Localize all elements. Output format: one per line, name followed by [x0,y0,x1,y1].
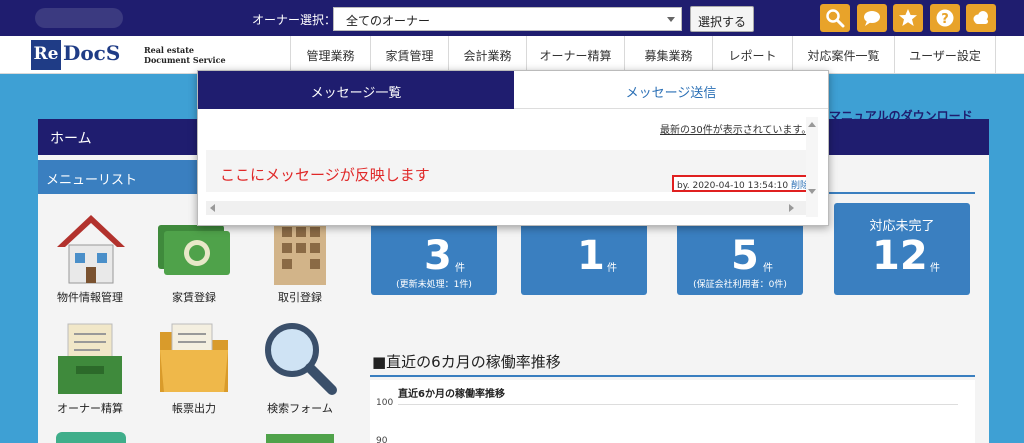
tab-message-send[interactable]: メッセージ送信 [514,71,828,109]
menu-item-label: 物件情報管理 [57,291,123,304]
stat-unit: 件 [930,263,940,274]
stat-note: (更新未処理：1件) [396,280,472,290]
menu-item-label: 取引登録 [278,291,322,304]
stat-unit: 件 [607,263,617,274]
chat-icon[interactable] [857,4,887,32]
owner-select[interactable]: 全てのオーナー [333,7,682,31]
menu-item-search-form[interactable]: 検索フォーム [250,318,350,418]
logo-docs: DocS [63,41,121,65]
stat-unit: 件 [455,263,465,274]
menu-item-label: オーナー精算 [57,402,123,415]
nav-item-management[interactable]: 管理業務 [290,36,370,73]
scroll-up-icon[interactable] [808,122,816,127]
search-icon[interactable] [820,4,850,32]
message-meta: by. 2020-04-10 13:54:10 削除 [672,175,814,192]
star-icon[interactable] [893,4,923,32]
message-text: ここにメッセージが反映します [220,166,430,184]
stat-number: 1 [577,233,605,279]
owner-select-value: 全てのオーナー [346,14,431,28]
message-count-text: 最新の30件が表示されています。 [660,125,812,136]
tab-message-list[interactable]: メッセージ一覧 [198,71,514,109]
menu-item-label: 検索フォーム [267,402,333,415]
vertical-scrollbar[interactable] [806,117,818,217]
nav-item-user-settings[interactable]: ユーザー設定 [894,36,996,73]
logo-subtitle: Real estate Document Service [144,45,226,65]
money-icon [158,225,230,275]
logo-subtitle-line1: Real estate [144,45,195,55]
message-modal: メッセージ一覧 メッセージ送信 最新の30件が表示されています。 ここにメッセー… [197,70,829,226]
stat-card[interactable]: 対応未完了 12 件 [834,203,970,295]
section-title-occupancy: ■直近の6カ月の稼働率推移 [372,353,561,371]
menu-item-property[interactable]: 物件情報管理 [40,205,140,305]
inbox-tray-icon [58,323,122,394]
nav-item-owner-settlement[interactable]: オーナー精算 [526,36,624,73]
chevron-down-icon [667,17,675,22]
nav-item-report[interactable]: レポート [712,36,792,73]
stat-number: 5 [731,233,759,279]
partial-menu-icon [56,432,126,443]
chart-y-tick: 90 [376,436,388,443]
menu-item-forms-output[interactable]: 帳票出力 [144,318,244,418]
house-icon [57,215,125,284]
help-icon[interactable]: ? [930,4,960,32]
folder-icon [160,323,228,392]
horizontal-scrollbar[interactable] [206,201,806,215]
svg-text:?: ? [941,12,949,27]
nav-item-rent[interactable]: 家賃管理 [370,36,448,73]
select-owner-button[interactable]: 選択する [690,6,754,32]
owner-select-label: オーナー選択： [252,13,337,27]
chart-title: 直近6か月の稼働率推移 [398,389,505,400]
logo-re: Re [31,40,61,70]
partial-menu-icon [266,434,334,443]
scroll-down-icon[interactable] [808,189,816,194]
chart-gridline [398,404,958,405]
menu-item-label: 帳票出力 [172,402,216,415]
stat-number: 12 [872,233,928,279]
top-bar: オーナー選択： 全てのオーナー 選択する ? [0,0,1024,36]
cloud-icon[interactable] [966,4,996,32]
nav-item-recruitment[interactable]: 募集業務 [624,36,712,73]
stat-title: 対応未完了 [869,219,935,234]
menu-item-owner-settlement[interactable]: オーナー精算 [40,318,140,418]
stat-note: (保証会社利用者：0件) [693,280,787,290]
user-name-redacted [35,8,123,28]
menu-item-label: 家賃登録 [172,291,216,304]
message-timestamp: by. 2020-04-10 13:54:10 [677,181,789,191]
main-nav: Re DocS Real estate Document Service 管理業… [0,36,1024,74]
logo-subtitle-line2: Document Service [144,55,226,65]
scroll-right-icon[interactable] [789,204,794,212]
stat-number: 3 [424,233,452,279]
divider [370,375,975,377]
stat-unit: 件 [763,263,773,274]
scroll-left-icon[interactable] [210,204,215,212]
nav-item-accounting[interactable]: 会計業務 [448,36,526,73]
magnifier-icon [265,323,337,395]
chart-y-tick: 100 [376,398,394,408]
nav-item-cases[interactable]: 対応案件一覧 [792,36,894,73]
